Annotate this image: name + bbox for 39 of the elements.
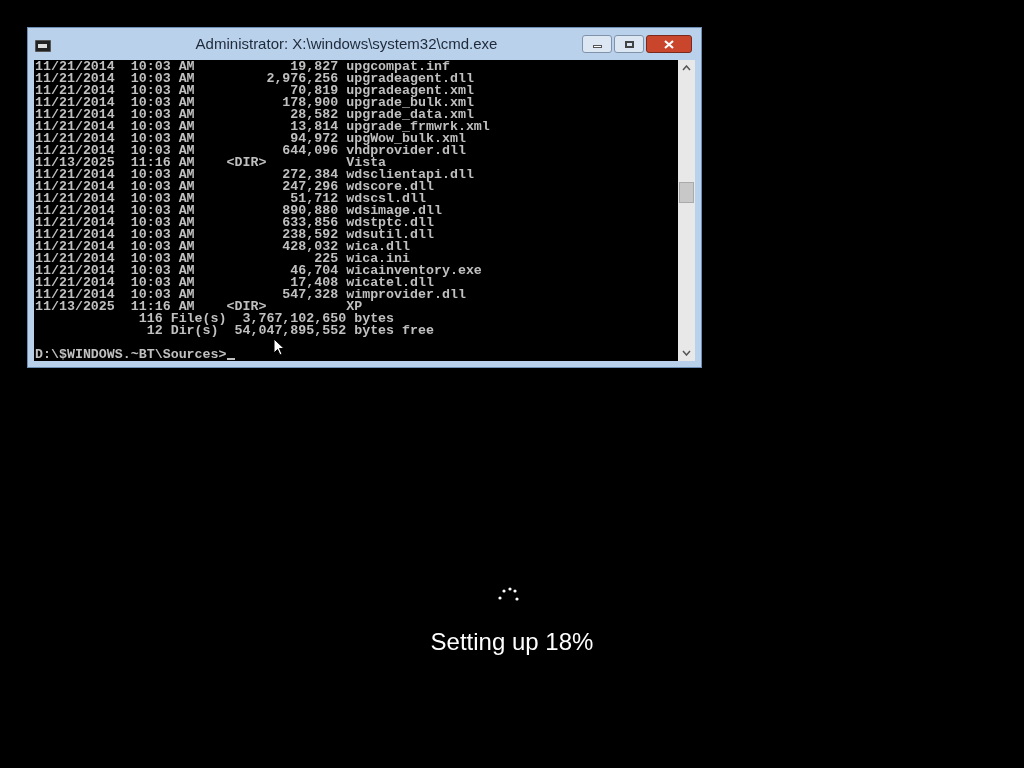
- console-line: 11/13/2025 11:16 AM <DIR> XP: [35, 301, 363, 313]
- console-line: 11/21/2014 10:03 AM 428,032 wica.dll: [35, 241, 411, 253]
- close-button[interactable]: [646, 35, 692, 53]
- mouse-pointer-icon: [273, 338, 285, 356]
- scroll-down-icon[interactable]: [682, 350, 691, 356]
- scrollbar[interactable]: [678, 60, 695, 361]
- console-line: 11/21/2014 10:03 AM 238,592 wdsutil.dll: [35, 229, 434, 241]
- maximize-button[interactable]: [614, 35, 644, 53]
- console-line: 11/21/2014 10:03 AM 94,972 upgWow_bulk.xml: [35, 133, 466, 145]
- text-cursor: [226, 358, 235, 360]
- scroll-up-icon[interactable]: [682, 65, 691, 71]
- console-line: 11/21/2014 10:03 AM 633,856 wdstptc.dll: [35, 217, 434, 229]
- minimize-button[interactable]: [582, 35, 612, 53]
- console-line: 11/21/2014 10:03 AM 13,814 upgrade_frmwrk.xml: [35, 121, 490, 133]
- minimize-icon: [592, 45, 602, 48]
- console-line: 11/21/2014 10:03 AM 46,704 wicainventory.exe: [35, 265, 482, 277]
- console-line: 11/21/2014 10:03 AM 70,819 upgradeagent.xml: [35, 85, 474, 97]
- console-line: 11/21/2014 10:03 AM 51,712 wdscsl.dll: [35, 193, 426, 205]
- console-line: 11/21/2014 10:03 AM 2,976,256 upgradeagent.dll: [35, 73, 474, 85]
- console-line: 11/21/2014 10:03 AM 17,408 wicatel.dll: [35, 277, 434, 289]
- console-line: 11/21/2014 10:03 AM 28,582 upgrade_data.xml: [35, 109, 474, 121]
- console-line: 11/21/2014 10:03 AM 19,827 upgcompat.inf: [35, 61, 450, 73]
- scrollbar-thumb[interactable]: [679, 182, 694, 203]
- console-line: 11/21/2014 10:03 AM 890,880 wdsimage.dll: [35, 205, 442, 217]
- console-line: 116 File(s) 3,767,102,650 bytes: [137, 313, 395, 325]
- console-line: 11/21/2014 10:03 AM 178,900 upgrade_bulk.xml: [35, 97, 474, 109]
- console-line: 12 Dir(s) 54,047,895,552 bytes free: [145, 325, 434, 337]
- setup-status-text: Setting up 18%: [430, 627, 594, 657]
- console-line: 11/21/2014 10:03 AM 247,296 wdscore.dll: [35, 181, 434, 193]
- maximize-icon: [624, 40, 634, 48]
- console-line: 11/21/2014 10:03 AM 272,384 wdsclientapi.dll: [35, 169, 474, 181]
- close-icon: [664, 39, 674, 49]
- window-title: Administrator: X:\windows\system32\cmd.exe: [195, 35, 498, 52]
- console-icon: [35, 40, 51, 52]
- command-prompt: D:\$WINDOWS.~BT\Sources>: [35, 349, 227, 361]
- console-line: 11/21/2014 10:03 AM 547,328 wimprovider.dll: [35, 289, 466, 301]
- console-line: 11/13/2025 11:16 AM <DIR> Vista: [35, 157, 387, 169]
- console-line: 11/21/2014 10:03 AM 225 wica.ini: [35, 253, 411, 265]
- console-line: 11/21/2014 10:03 AM 644,096 vhdprovider.dll: [35, 145, 466, 157]
